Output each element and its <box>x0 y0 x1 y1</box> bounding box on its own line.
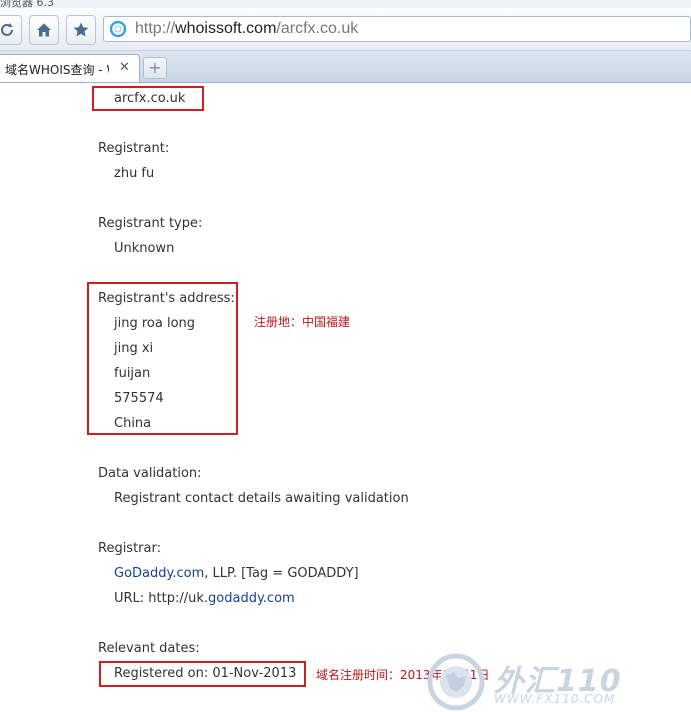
tab-whois[interactable]: 域名WHOIS查询 - W ✕ <box>0 54 140 82</box>
registrant-label: Registrant: <box>98 141 170 156</box>
home-button[interactable] <box>29 15 59 45</box>
refresh-icon <box>1 23 13 36</box>
globe-logo-icon <box>427 653 485 711</box>
registrar-value: GoDaddy.com, LLP. [Tag = GODADDY] <box>114 565 359 583</box>
page-content: arcfx.co.uk Registrant: zhu fu Registran… <box>0 82 691 711</box>
address-annotation: 注册地：中国福建 <box>254 315 351 329</box>
registrar-rest: , LLP. [Tag = GODADDY] <box>204 566 359 581</box>
url-prefix: http:// <box>135 20 176 37</box>
url-path: /arcfx.co.uk <box>276 20 359 37</box>
registrar-url: URL: http://uk.godaddy.com <box>114 590 295 608</box>
registrant-value: zhu fu <box>114 166 155 181</box>
registrar-url-link[interactable]: godaddy.com <box>208 591 295 606</box>
tab-bar: 域名WHOIS查询 - W ✕ + <box>0 51 691 83</box>
address-url[interactable]: http://whoissoft.com/arcfx.co.uk <box>135 18 358 40</box>
domain-highlight-box <box>92 86 204 111</box>
site-globe-icon <box>109 20 127 38</box>
new-tab-button[interactable]: + <box>143 57 167 79</box>
url-domain: whoissoft.com <box>175 20 277 37</box>
watermark-site: WWW.FX110.COM <box>494 692 616 706</box>
registrant-type-label: Registrant type: <box>98 216 203 231</box>
watermark: 外汇110 WWW.FX110.COM <box>424 652 624 712</box>
window-title: 浏览器 6.3 <box>0 0 54 8</box>
refresh-button[interactable] <box>0 15 22 45</box>
window-titlebar: 浏览器 6.3 <box>0 0 691 8</box>
star-icon <box>73 22 89 37</box>
registrar-link[interactable]: GoDaddy.com <box>114 566 204 581</box>
registrar-url-prefix: URL: http://uk. <box>114 591 209 606</box>
favorite-button[interactable] <box>66 15 96 45</box>
date-highlight-box <box>99 661 306 687</box>
registrar-label: Registrar: <box>98 541 161 556</box>
registrant-type-value: Unknown <box>114 241 175 256</box>
address-bar[interactable]: http://whoissoft.com/arcfx.co.uk <box>103 16 691 42</box>
address-highlight-box <box>87 282 238 435</box>
validation-label: Data validation: <box>98 466 202 481</box>
dates-label: Relevant dates: <box>98 641 200 656</box>
close-tab-icon[interactable]: ✕ <box>119 60 130 75</box>
home-icon <box>37 23 51 37</box>
browser-toolbar: http://whoissoft.com/arcfx.co.uk <box>0 8 691 51</box>
tab-label: 域名WHOIS查询 - W <box>5 63 109 77</box>
validation-value: Registrant contact details awaiting vali… <box>114 491 409 506</box>
